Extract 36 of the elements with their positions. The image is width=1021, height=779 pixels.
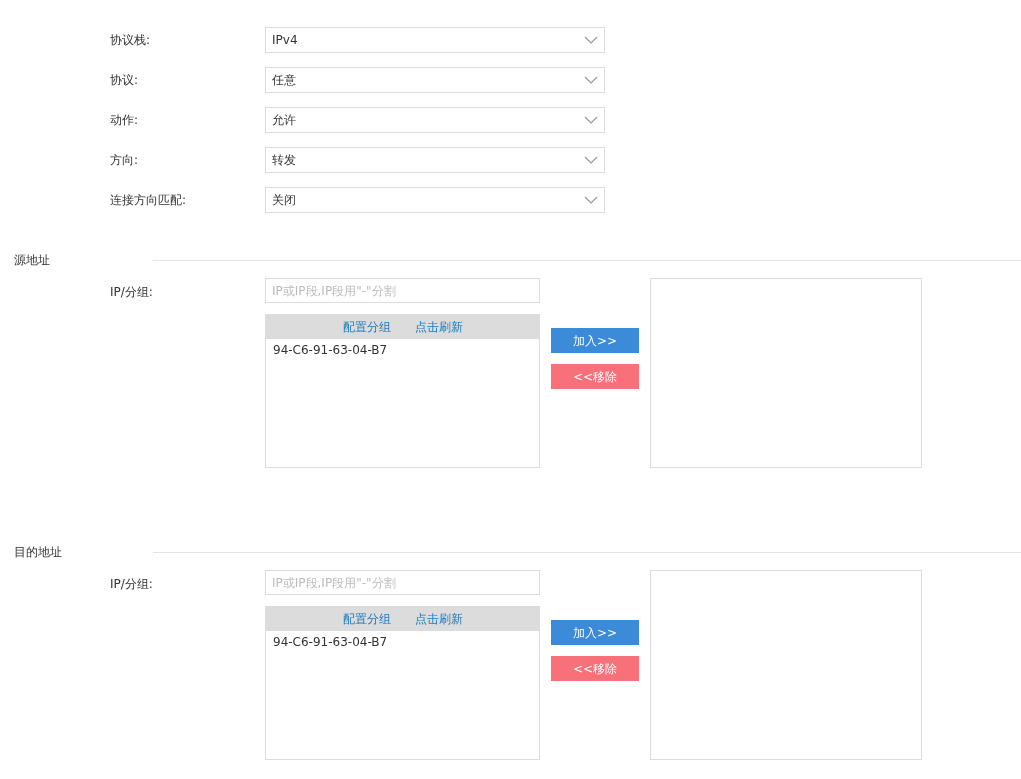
select-value: 允许	[272, 112, 296, 129]
section-title: 目的地址	[13, 544, 63, 561]
field-label: IP/分组:	[110, 284, 154, 301]
chevron-down-icon	[584, 36, 598, 44]
add-button[interactable]: 加入>>	[551, 620, 639, 645]
select-field[interactable]: IPv4	[265, 27, 605, 53]
select-field[interactable]: 转发	[265, 147, 605, 173]
select-field[interactable]: 关闭	[265, 187, 605, 213]
list-item[interactable]: 94-C6-91-63-04-B7	[266, 631, 539, 653]
select-field[interactable]: 允许	[265, 107, 605, 133]
ip-input-field[interactable]: IP或IP段,IP段用"-"分割	[265, 278, 540, 303]
field-label: 连接方向匹配:	[109, 192, 188, 209]
section-title: 源地址	[13, 252, 51, 269]
field-label: 方向:	[109, 152, 140, 169]
header-link[interactable]: 点击刷新	[414, 610, 463, 628]
field-label: 协议:	[109, 72, 140, 89]
chevron-down-icon	[584, 196, 598, 204]
select-value: 任意	[272, 72, 296, 89]
field-label: 动作:	[109, 112, 140, 129]
ip-input-field[interactable]: IP或IP段,IP段用"-"分割	[265, 570, 540, 595]
chevron-down-icon	[584, 76, 598, 84]
remove-button[interactable]: <<移除	[551, 364, 639, 389]
chevron-down-icon	[584, 116, 598, 124]
remove-button[interactable]: <<移除	[551, 656, 639, 681]
select-value: IPv4	[272, 32, 298, 49]
header-link[interactable]: 点击刷新	[414, 318, 463, 336]
add-button[interactable]: 加入>>	[551, 328, 639, 353]
select-value: 关闭	[272, 192, 296, 209]
select-value: 转发	[272, 152, 296, 169]
header-link[interactable]: 配置分组	[342, 610, 391, 628]
list-item[interactable]: 94-C6-91-63-04-B7	[266, 339, 539, 361]
field-label: 协议栈:	[109, 32, 152, 49]
header-link[interactable]: 配置分组	[342, 318, 391, 336]
select-field[interactable]: 任意	[265, 67, 605, 93]
field-label: IP/分组:	[110, 576, 154, 593]
chevron-down-icon	[584, 156, 598, 164]
